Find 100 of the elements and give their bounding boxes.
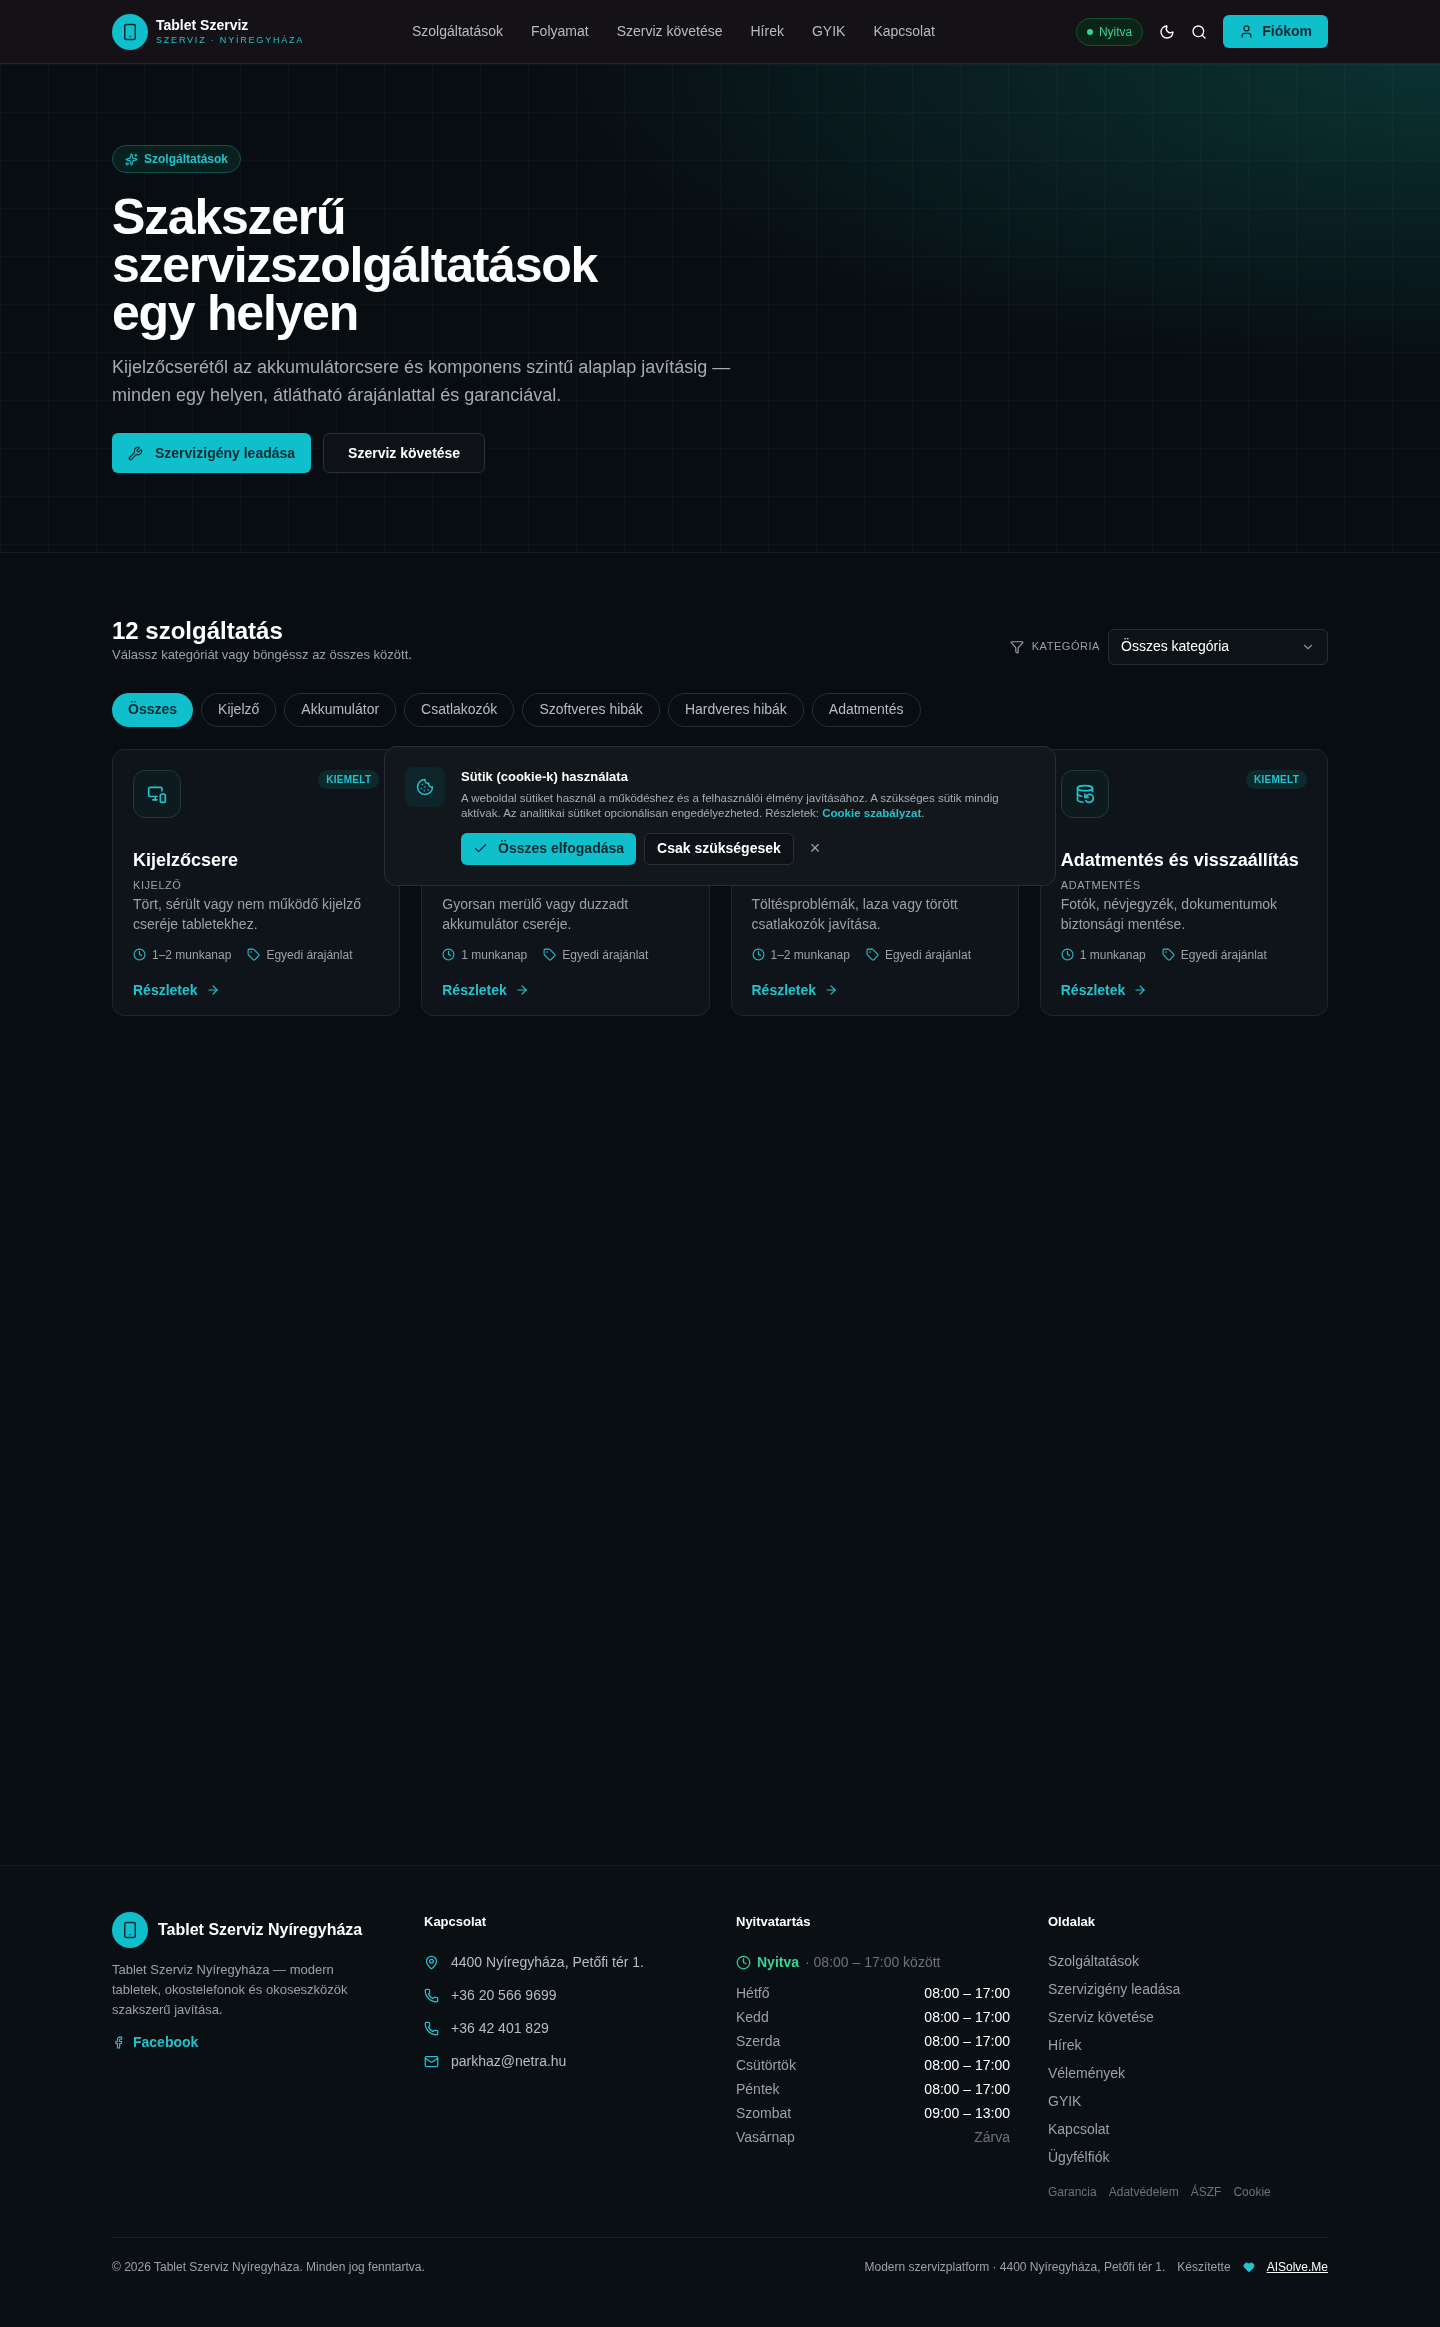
footer-brand: Tablet Szerviz Nyíregyháza — [158, 1920, 363, 1940]
nav-link[interactable]: Folyamat — [531, 21, 589, 42]
contact-text: +36 42 401 829 — [451, 2018, 549, 2038]
filter-icon — [1009, 639, 1024, 654]
facebook-icon — [112, 2036, 125, 2049]
card-description: Fotók, névjegyzék, dokumentumok biztonsági mentése. — [1060, 894, 1279, 934]
footer-link[interactable]: Hírek — [1048, 2035, 1328, 2055]
email-icon — [424, 2053, 439, 2069]
day-hours: 08:00 – 17:00 — [924, 1983, 1010, 2003]
phone-icon — [424, 2020, 439, 2036]
card-price: Egyedi árajánlat — [1180, 946, 1267, 964]
made-by-label: Készítette — [1177, 2258, 1231, 2276]
footer-link[interactable]: Szervizigény leadása — [1048, 1979, 1328, 1999]
search-icon[interactable] — [1191, 23, 1208, 40]
card-title: Adatmentés és visszaállítás — [1060, 848, 1300, 872]
address-icon — [424, 1954, 439, 1970]
clock-icon — [1060, 948, 1074, 961]
day-hours: Zárva — [974, 2127, 1010, 2147]
brand-tagline: SZERVIZ · NYÍREGYHÁZA — [156, 34, 305, 46]
card-description: Tört, sérült vagy nem működő kijelző cseréje tabletekhez. — [133, 894, 362, 934]
accept-all-button[interactable]: Összes elfogadása — [461, 832, 637, 865]
arrow-right-icon — [1133, 983, 1148, 997]
primary-button[interactable]: Szervizigény leadása — [112, 433, 312, 473]
nav-link[interactable]: Kapcsolat — [873, 21, 935, 42]
day-hours: 08:00 – 17:00 — [924, 2055, 1010, 2075]
footer-link[interactable]: Kapcsolat — [1048, 2119, 1328, 2139]
card-duration: 1–2 munkanap — [770, 946, 850, 964]
status-pill: Nyitva — [1075, 17, 1144, 46]
clock-icon — [133, 948, 146, 961]
footer-link[interactable]: GYIK — [1048, 2091, 1328, 2111]
service-icon — [133, 769, 181, 818]
cookie-title: Sütik (cookie-k) használata — [461, 768, 629, 786]
details-link[interactable]: Részletek — [1060, 979, 1148, 1001]
arrow-right-icon — [205, 983, 220, 997]
legal-link[interactable]: ÁSZF — [1190, 2182, 1222, 2201]
tag-icon — [865, 948, 879, 961]
legal-link[interactable]: Cookie — [1233, 2182, 1271, 2201]
filter-label: KATEGÓRIA — [1031, 639, 1100, 655]
day-hours: 08:00 – 17:00 — [924, 2079, 1010, 2099]
day-name: Csütörtök — [736, 2055, 796, 2075]
secondary-button[interactable]: Szerviz követése — [323, 433, 486, 473]
open-status: Nyitva — [757, 1952, 800, 1972]
details-link[interactable]: Részletek — [751, 979, 839, 1001]
necessary-only-button[interactable]: Csak szükségesek — [644, 832, 794, 865]
close-button[interactable]: × — [809, 835, 821, 862]
card-price: Egyedi árajánlat — [884, 946, 971, 964]
card-description: Gyorsan merülő vagy duzzadt akkumulátor cseréje. — [442, 894, 630, 934]
theme-toggle-icon[interactable] — [1159, 23, 1176, 40]
card-duration: 1 munkanap — [1079, 946, 1146, 964]
featured-badge: KIEMELT — [1246, 769, 1307, 789]
service-icon — [1060, 769, 1109, 818]
details-link[interactable]: Részletek — [133, 979, 220, 1001]
day-hours: 08:00 – 17:00 — [924, 2007, 1010, 2027]
legal-link[interactable]: Adatvédelem — [1108, 2182, 1179, 2201]
day-hours: 09:00 – 13:00 — [924, 2103, 1010, 2123]
footer-link[interactable]: Vélemények — [1048, 2063, 1328, 2083]
cookie-text: A weboldal sütiket használ a működéshez és a felhasználói élmény javításához. A szükséges sütik mindig aktívak. Az analitikai sütiket opcionálisan engedélyezheted. Részletek: Cookie szabályzat. — [461, 790, 1000, 821]
filter-chip[interactable]: Összes — [112, 692, 194, 727]
hero-subtitle: Kijelzőcserétől az akkumulátorcsere és komponens szintű alaplap javításig — minden egy helyen, átlátható árajánlattal és garanciával. — [112, 356, 732, 407]
tag-icon — [1161, 948, 1175, 961]
wrench-icon — [128, 445, 143, 461]
card-category: KIJELZŐ — [133, 878, 182, 891]
nav-link[interactable]: Szolgáltatások — [412, 21, 504, 42]
card-category: ADATMENTÉS — [1060, 878, 1141, 891]
card-description: Töltésproblémák, laza vagy törött csatlakozók javítása. — [751, 894, 959, 934]
clock-icon — [442, 948, 456, 961]
day-name: Kedd — [736, 2007, 769, 2027]
nav-link[interactable]: GYIK — [811, 21, 846, 42]
day-name: Hétfő — [736, 1983, 770, 2003]
legal-link[interactable]: Garancia — [1048, 2182, 1097, 2201]
nav-link[interactable]: Hírek — [750, 21, 784, 42]
account-button[interactable]: Fiókom — [1223, 15, 1328, 48]
footer-description: Tablet Szerviz Nyíregyháza — modern tabletek, okostelefonok és okoseszközök szakszerű javítása. — [112, 1961, 349, 2019]
footer-link[interactable]: Szolgáltatások — [1048, 1951, 1328, 1971]
tag-icon — [543, 948, 557, 961]
details-link[interactable]: Részletek — [442, 979, 529, 1001]
footer-heading: Kapcsolat — [424, 1913, 488, 1931]
phone-icon — [424, 1987, 439, 2003]
logo-icon — [112, 13, 148, 50]
footer-link[interactable]: Ügyfélfiók — [1048, 2147, 1328, 2167]
tag-icon — [247, 948, 261, 961]
day-name: Péntek — [736, 2079, 780, 2099]
brand-name: Tablet Szerviz — [156, 17, 250, 35]
maker-link[interactable]: AISolve.Me — [1266, 2257, 1328, 2276]
section-title: 12 szolgáltatás — [112, 617, 284, 645]
contact-text: parkhaz@netra.hu — [451, 2051, 567, 2071]
footer-link[interactable]: Szerviz követése — [1048, 2007, 1328, 2027]
open-hours-note: · 08:00 – 17:00 között — [805, 1952, 941, 1972]
heart-icon — [1242, 2260, 1255, 2273]
clock-icon — [736, 1954, 751, 1970]
featured-badge: KIEMELT — [318, 769, 380, 789]
day-name: Szerda — [736, 2031, 781, 2051]
footer-heading: Nyitvatartás — [736, 1913, 812, 1931]
card-title: Kijelzőcsere — [133, 848, 240, 872]
category-select[interactable]: Összes kategória — [1108, 628, 1328, 665]
facebook-link[interactable]: Facebook — [112, 2032, 392, 2053]
nav-link[interactable]: Szerviz követése — [616, 21, 723, 42]
user-icon — [1239, 24, 1255, 39]
day-name: Szombat — [736, 2103, 792, 2123]
arrow-right-icon — [824, 983, 839, 997]
